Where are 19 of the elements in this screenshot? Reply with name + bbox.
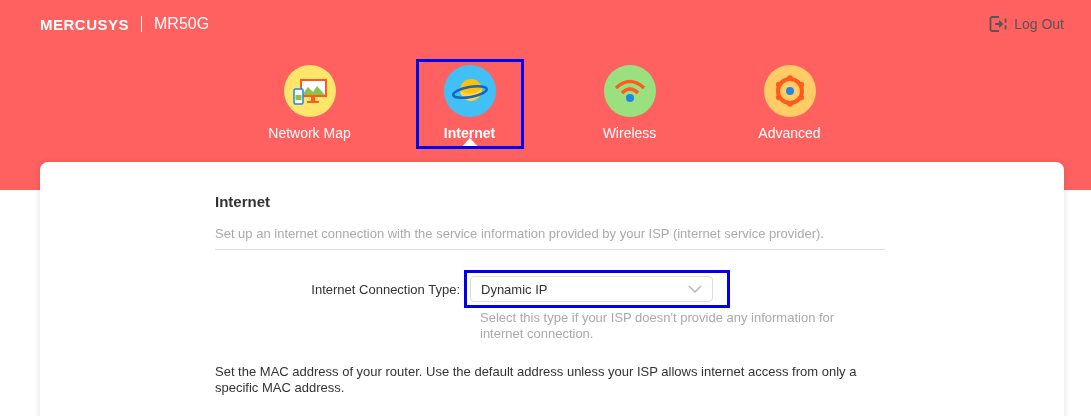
planet-icon bbox=[443, 65, 496, 117]
nav-tab[interactable]: Network Map bbox=[255, 59, 364, 149]
monitor-icon bbox=[283, 65, 336, 117]
model-name: MR50G bbox=[154, 15, 210, 33]
section-description: Set up an internet connection with the service information provided by your ISP (internet service provider). bbox=[215, 226, 885, 250]
connection-type-dropdown[interactable]: Dynamic IP bbox=[470, 276, 713, 302]
logout-link[interactable]: Log Out bbox=[989, 15, 1064, 33]
nav-tab[interactable]: Advanced bbox=[735, 59, 844, 149]
gear-icon bbox=[763, 65, 816, 117]
field-label: Internet Connection Type: bbox=[310, 281, 461, 297]
mac-description: Set the MAC address of your router. Use the default address unless your ISP allows internet access from only a specific MAC address. bbox=[215, 364, 858, 396]
nav-tab[interactable]: Wireless bbox=[575, 59, 684, 149]
field-hint: Select this type if your ISP doesn't provide any information for internet connection. bbox=[480, 310, 836, 342]
brand-logo: MERCUSYS bbox=[40, 15, 129, 33]
section-title: Internet bbox=[215, 193, 271, 210]
logout-icon bbox=[989, 15, 1008, 33]
chevron-down-icon bbox=[688, 285, 702, 293]
wifi-icon bbox=[603, 65, 656, 117]
nav-tab[interactable]: Internet bbox=[415, 59, 524, 149]
